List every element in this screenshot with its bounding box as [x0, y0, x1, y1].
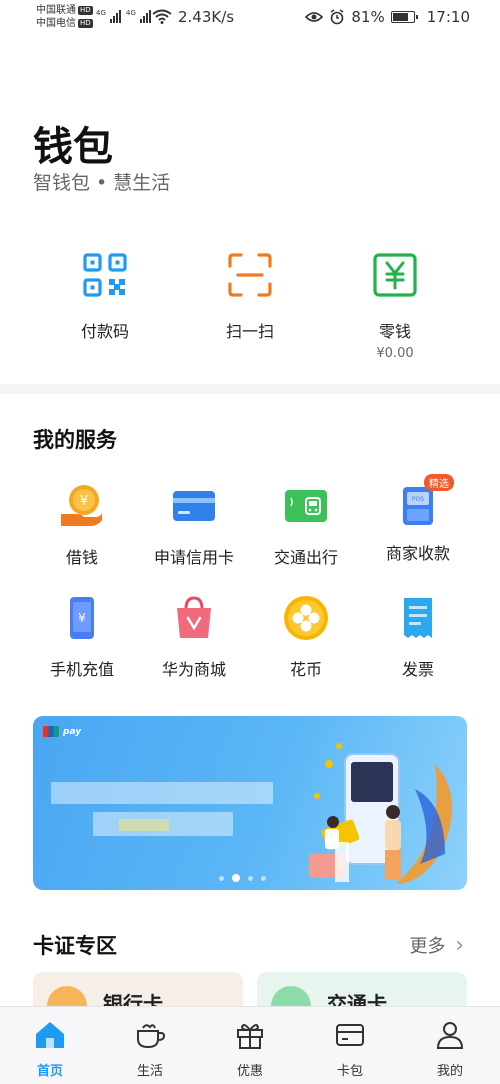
service-label: 华为商城 — [161, 660, 226, 679]
pay-code-button[interactable]: 付款码 — [35, 252, 175, 342]
tab-offers[interactable]: 优惠 — [200, 1007, 300, 1084]
service-phone-topup[interactable]: ¥ 手机充值 — [26, 594, 138, 680]
signal-icon: 4G — [126, 9, 152, 23]
scan-icon — [228, 253, 272, 297]
service-huabi[interactable]: 花币 — [250, 594, 362, 680]
carrier-2: 中国电信 — [36, 18, 76, 29]
service-label: 申请信用卡 — [153, 548, 234, 567]
tab-label: 优惠 — [236, 1064, 263, 1079]
carousel-dot-active[interactable] — [232, 874, 240, 882]
credit-card-icon — [173, 491, 215, 521]
coffee-cup-icon — [137, 1024, 166, 1049]
coin-hand-icon: ¥ — [61, 485, 102, 526]
service-label: 手机充值 — [49, 660, 114, 679]
service-label: 花币 — [289, 660, 322, 679]
carrier-info: 中国联通 HD 中国电信 HD — [36, 4, 93, 30]
page-subtitle: 智钱包 • 慧生活 — [33, 172, 171, 194]
featured-tag: 精选 — [424, 474, 454, 491]
tab-label: 卡包 — [336, 1064, 363, 1079]
status-right: 81% 17:10 — [305, 8, 470, 26]
person-icon — [436, 1022, 464, 1049]
status-bar: 中国联通 HD 中国电信 HD 4G 4G 2.43K/s 81% 17:10 — [0, 0, 500, 36]
scan-label: 扫一扫 — [225, 322, 274, 341]
promo-banner[interactable]: pay — [33, 716, 467, 890]
tab-home[interactable]: 首页 — [0, 1007, 100, 1084]
page-title: 钱包 — [33, 124, 113, 170]
hd-badge: HD — [78, 18, 93, 28]
services-title: 我的服务 — [33, 428, 117, 452]
service-merchant[interactable]: POS 精选 商家收款 — [362, 474, 474, 564]
pos-icon-wrap: POS 精选 — [394, 474, 454, 530]
service-label: 交通出行 — [273, 548, 338, 567]
change-balance: ¥0.00 — [376, 346, 414, 361]
change-label: 零钱 — [378, 322, 411, 341]
blurred-text — [51, 782, 273, 804]
home-icon — [36, 1022, 64, 1048]
tab-mine[interactable]: 我的 — [400, 1007, 500, 1084]
carousel-dots[interactable] — [219, 874, 266, 882]
tab-card-wallet[interactable]: 卡包 — [300, 1007, 400, 1084]
net-type: 4G — [96, 9, 106, 17]
shopping-bag-icon — [177, 596, 211, 638]
tab-label: 生活 — [136, 1064, 163, 1079]
change-button[interactable]: 零钱 ¥0.00 — [325, 252, 465, 361]
bottom-tab-bar: 首页 生活 优惠 卡包 我的 — [0, 1006, 500, 1084]
battery-percent: 81% — [351, 8, 385, 26]
service-invoice[interactable]: 发票 — [362, 594, 474, 680]
wallet-screen: 中国联通 HD 中国电信 HD 4G 4G 2.43K/s 81% 17:10 … — [0, 0, 500, 1084]
qr-code-icon — [83, 253, 127, 297]
carousel-dot[interactable] — [219, 875, 224, 881]
scan-button[interactable]: 扫一扫 — [180, 252, 320, 342]
wallet-header: 钱包 智钱包 • 慧生活 付款码 扫一扫 零钱 ¥0.00 — [0, 36, 500, 384]
svg-text:¥: ¥ — [78, 611, 86, 625]
service-label: 借钱 — [65, 548, 98, 567]
battery-icon — [390, 11, 418, 23]
carrier-1: 中国联通 — [36, 5, 76, 16]
alarm-icon — [330, 9, 344, 25]
chevron-right-icon: › — [455, 933, 464, 958]
service-huawei-mall[interactable]: 华为商城 — [138, 594, 250, 680]
pay-code-label: 付款码 — [80, 322, 129, 341]
service-transit[interactable]: 交通出行 — [250, 482, 362, 568]
service-credit-card[interactable]: 申请信用卡 — [138, 482, 250, 568]
blurred-highlight — [119, 819, 169, 831]
gift-icon — [237, 1024, 263, 1049]
tab-label: 首页 — [36, 1064, 63, 1079]
unionpay-logo: pay — [43, 726, 81, 737]
tab-label: 我的 — [436, 1064, 463, 1079]
cards-section-title: 卡证专区 — [33, 934, 117, 958]
carousel-dot[interactable] — [248, 875, 253, 881]
service-label: 商家收款 — [385, 544, 450, 563]
carousel-dot[interactable] — [261, 875, 266, 881]
promo-illustration — [309, 743, 453, 884]
eye-icon — [305, 12, 324, 22]
more-link[interactable]: 更多 › — [409, 932, 464, 958]
wifi-icon — [152, 9, 172, 24]
service-borrow[interactable]: ¥ 借钱 — [26, 482, 138, 568]
services-panel: 我的服务 ¥ 借钱 申请信用卡 交通出行 POS 精选 商家收款 ¥ 手机充值 … — [0, 394, 500, 1032]
more-label: 更多 — [409, 936, 446, 957]
signal-icon: 4G — [96, 9, 122, 23]
yuan-icon — [373, 253, 417, 297]
svg-text:POS: POS — [412, 496, 424, 503]
service-label: 发票 — [401, 660, 434, 679]
tab-life[interactable]: 生活 — [100, 1007, 200, 1084]
phone-topup-icon: ¥ — [70, 597, 94, 639]
svg-text:¥: ¥ — [80, 494, 88, 509]
hd-badge: HD — [78, 5, 93, 15]
net-type: 4G — [126, 9, 136, 17]
transit-card-icon — [285, 490, 327, 522]
clock: 17:10 — [426, 8, 470, 26]
invoice-icon — [404, 598, 432, 638]
brand-pay: pay — [63, 726, 82, 737]
net-speed: 2.43K/s — [178, 8, 235, 26]
huabi-coin-icon — [284, 596, 328, 640]
card-wallet-icon — [336, 1024, 364, 1046]
